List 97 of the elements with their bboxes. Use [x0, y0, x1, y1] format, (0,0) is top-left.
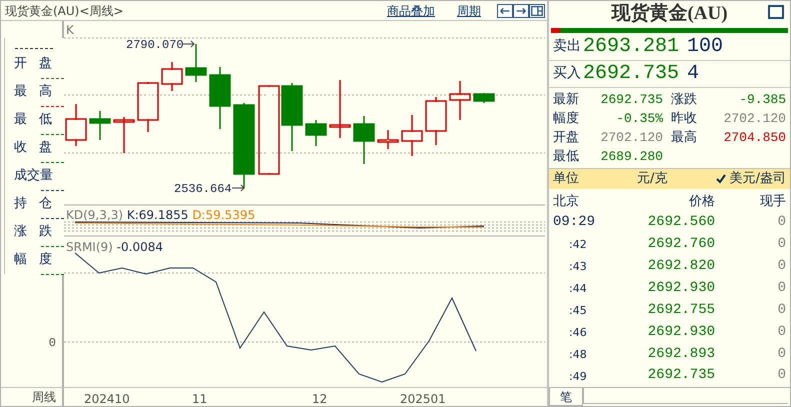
field-label: 涨跌 — [670, 90, 698, 109]
legend-label: 幅 度 — [13, 251, 54, 269]
split-icon — [530, 4, 544, 16]
tick-price: 2692.755 — [646, 300, 715, 320]
candlestick — [113, 117, 135, 153]
field-value: 2704.850 — [722, 128, 786, 147]
axis-label: 12 — [312, 391, 328, 407]
candlestick — [377, 130, 399, 149]
axis-label: 0 — [48, 337, 56, 349]
right-arrow-button[interactable] — [513, 4, 529, 18]
field-value: 2692.735 — [600, 90, 663, 109]
low-price-label: 2536.664 — [174, 182, 232, 196]
tick-price: 2692.893 — [646, 344, 715, 364]
tick-price: 2692.820 — [646, 256, 715, 276]
field-value: -9.385 — [738, 90, 786, 109]
legend-label: 开 盘 — [13, 55, 54, 73]
split-button[interactable] — [529, 4, 545, 18]
tick-price: 2692.930 — [646, 278, 715, 298]
tick-volume: 0 — [776, 366, 786, 386]
tick-time: :48 — [568, 346, 588, 363]
legend-label: 持 仓 — [13, 195, 54, 213]
quote-price: 2693.281 — [583, 34, 680, 60]
check-icon — [716, 174, 726, 184]
period-label: 周线 — [1, 388, 64, 406]
candlestick — [185, 44, 207, 82]
candlestick — [209, 67, 231, 129]
axis-label: 202501 — [400, 391, 446, 407]
tick-time: :45 — [568, 302, 588, 319]
unit-option[interactable]: 美元/盎司 — [716, 169, 786, 189]
candlestick — [137, 82, 159, 132]
candlestick — [473, 93, 495, 103]
quote-price: 2692.735 — [583, 60, 680, 87]
tick-price: 2692.560 — [646, 212, 715, 232]
left-arrow-button[interactable] — [497, 4, 513, 18]
axis-label: 11 — [192, 391, 208, 407]
field-label: 开盘 — [553, 128, 580, 147]
indicator-label: KD(9,3,3) K:69.1855 D:59.5395 — [66, 208, 256, 222]
tick-volume: 0 — [776, 212, 786, 232]
field-label: 最低 — [553, 148, 580, 166]
tick-time: :42 — [568, 237, 588, 254]
indicator-label: SRMI(9) -0.0084 — [66, 240, 163, 254]
legend-label: 最 低 — [13, 111, 54, 129]
unit-label: 单位 — [553, 170, 579, 188]
field-value: 2702.120 — [600, 128, 663, 147]
tick-time: :44 — [568, 280, 588, 297]
field-label: 昨收 — [670, 110, 698, 128]
legend-label: 收 盘 — [13, 139, 54, 157]
quote-label: 买入 — [553, 64, 581, 84]
candlestick — [305, 120, 327, 146]
period-link[interactable]: 周期 — [457, 2, 481, 20]
candlestick — [329, 80, 351, 138]
maximize-button[interactable] — [768, 5, 784, 19]
tick-volume: 0 — [776, 344, 786, 364]
legend-label: 最 高 — [13, 83, 54, 101]
overlay-link[interactable]: 商品叠加 — [387, 2, 435, 20]
tick-volume: 0 — [776, 234, 786, 254]
column-header: 北京 — [553, 192, 580, 211]
candlestick — [449, 81, 471, 120]
tick-time: :49 — [568, 368, 588, 385]
quote-title: 现货黄金(AU) — [611, 3, 728, 24]
tick-volume: 0 — [776, 256, 786, 276]
chart-title: 现货黄金(AU)<周线> — [5, 2, 124, 20]
tick-price: 2692.930 — [646, 322, 715, 342]
candlestick — [353, 116, 375, 164]
quote-label: 卖出 — [553, 37, 581, 56]
tick-price: 2692.735 — [646, 366, 715, 386]
tick-volume: 0 — [776, 300, 786, 320]
field-value: -0.35% — [615, 110, 663, 128]
legend-label: 涨 跌 — [13, 223, 54, 241]
candlestick — [281, 83, 303, 151]
pointer-arrow — [232, 184, 245, 192]
high-price-label: 2790.070 — [126, 38, 184, 52]
axis-label: 202410 — [84, 391, 130, 407]
unit-option[interactable]: 元/克 — [637, 169, 668, 189]
tick-volume: 0 — [776, 322, 786, 342]
quote-volume: 100 — [687, 34, 724, 60]
field-label: 最新 — [553, 90, 580, 109]
candlestick — [401, 115, 423, 156]
field-value: 2702.120 — [722, 110, 786, 128]
tick-volume: 0 — [776, 278, 786, 298]
candlestick — [425, 97, 447, 145]
candlestick — [161, 62, 183, 91]
column-header: 现手 — [759, 192, 786, 211]
column-header: 价格 — [688, 192, 715, 211]
field-label: 最高 — [670, 128, 698, 147]
field-value: 2689.280 — [600, 148, 663, 166]
candlestick — [89, 111, 111, 140]
quote-volume: 4 — [687, 60, 700, 87]
tick-price: 2692.760 — [646, 234, 715, 254]
tick-time: :46 — [568, 324, 588, 341]
tick-time: :43 — [568, 259, 588, 276]
tab[interactable]: 笔 — [549, 388, 583, 406]
panel-label: K — [66, 23, 74, 37]
tick-time: 09:29 — [553, 212, 596, 232]
legend-label: 成交量 — [13, 167, 54, 185]
field-label: 幅度 — [553, 110, 580, 128]
pointer-arrow — [182, 40, 195, 48]
